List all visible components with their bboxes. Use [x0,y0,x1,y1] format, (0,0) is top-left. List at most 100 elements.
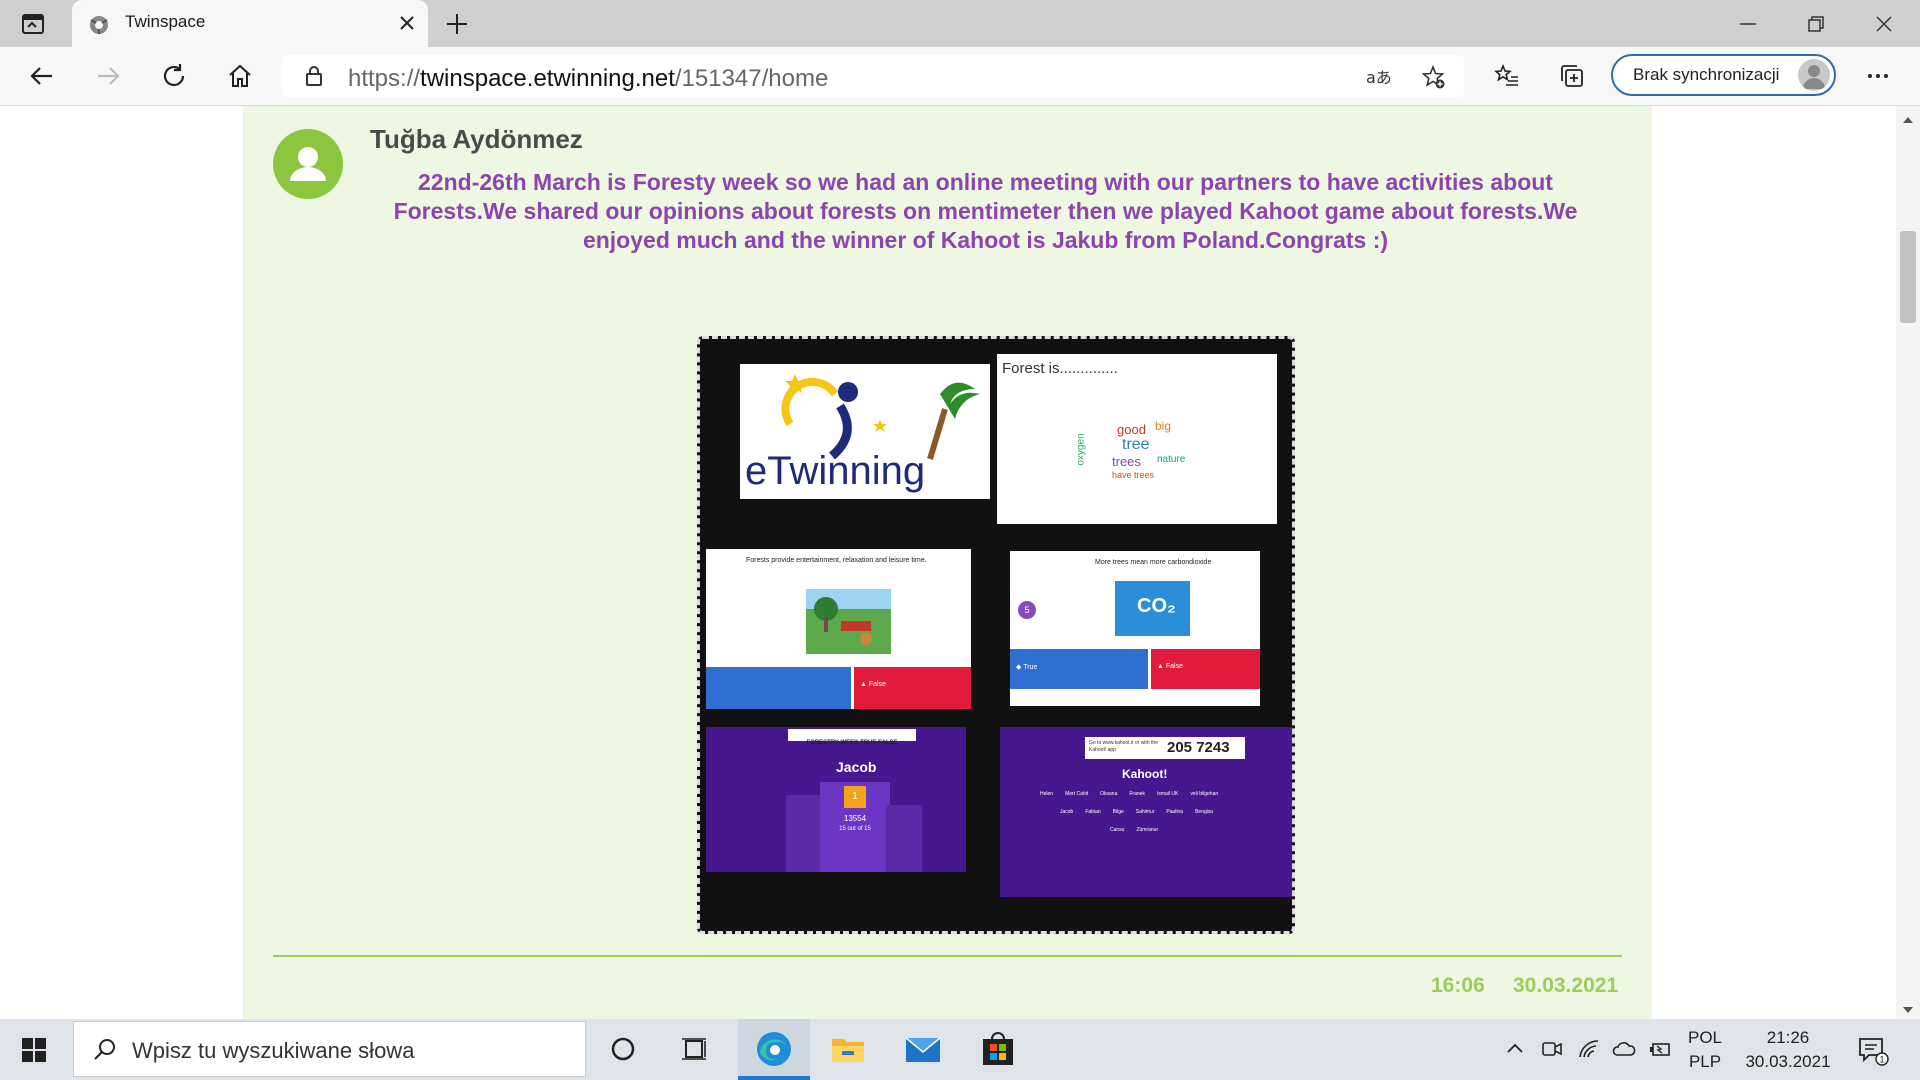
tab-title: Twinspace [125,12,206,31]
word-good: good [1117,422,1146,437]
page-scrollbar[interactable] [1896,106,1920,1019]
game-pin-box: Go to www.kahoot.it or with the Kahoot! … [1085,737,1245,759]
word-cloud-title: Forest is.............. [1002,360,1118,377]
post-divider [273,955,1622,957]
question-1-text: Forests provide entertainment, relaxatio… [746,557,927,564]
kahoot-question-2-panel: More trees mean more carbondioxide 5 CO₂… [1010,551,1260,706]
user-avatar-icon[interactable] [273,129,343,199]
word-nature: nature [1157,454,1186,465]
gold-medal-icon: 1 [844,786,866,808]
answer-false-label-2: ▲ False [1157,663,1183,670]
word-oxygen: oxygen [1075,433,1087,466]
word-trees: trees [1112,454,1141,469]
profile-sync-button[interactable]: Brak synchronizacji [1611,54,1836,96]
forward-icon[interactable] [93,61,123,91]
players-row-3: Cansu Zümranur [1110,827,1159,833]
search-icon [92,1036,118,1062]
post-date: 30.03.2021 [1513,974,1619,997]
notification-center-icon[interactable]: 1 [1855,1033,1889,1067]
meet-now-icon[interactable] [1540,1037,1564,1061]
url-text[interactable]: https://twinspace.etwinning.net/151347/h… [348,65,828,93]
kahoot-lobby-panel: Go to www.kahoot.it or with the Kahoot! … [1000,727,1292,897]
answer-false-tile-2: ▲ False [1151,649,1260,689]
co2-label: CO₂ [1137,595,1176,617]
lock-icon[interactable] [304,65,324,87]
file-explorer-icon[interactable] [828,1029,868,1069]
close-window-icon[interactable] [1869,9,1899,39]
microsoft-store-icon[interactable] [978,1029,1018,1069]
post-message: 22nd-26th March is Foresty week so we ha… [393,169,1578,253]
picnic-illustration-icon [806,589,891,654]
game-pin: 205 7243 [1167,739,1230,756]
system-clock[interactable]: 21:26 30.03.2021 [1738,1026,1838,1074]
back-icon[interactable] [27,61,57,91]
taskbar-search-box[interactable]: Wpisz tu wyszukiwane słowa [73,1021,586,1077]
kahoot-question-1-panel: Forests provide entertainment, relaxatio… [706,549,971,709]
etwinning-logo-panel: eTwinning [740,364,990,499]
podium-first: 1 13554 15 out of 15 [820,782,890,872]
answer-false-tile: ▲ False [854,667,971,709]
notification-count: 1 [1880,1055,1885,1065]
podium-second [786,795,824,872]
answer-true-tile-2: ◆ True [1010,649,1148,689]
post-author[interactable]: Tuğba Aydönmez [370,124,583,155]
players-row-1: Helen Mert Cahit Oksana Franek Ismail UK veli… [1040,791,1219,797]
scrollbar-thumb[interactable] [1900,231,1916,323]
favorites-icon[interactable] [1492,61,1522,91]
search-placeholder: Wpisz tu wyszukiwane słowa [132,1038,415,1063]
profile-avatar-icon [1798,59,1830,91]
clock-time: 21:26 [1766,1028,1810,1047]
podium-score: 13554 [843,814,867,823]
post-card: Tuğba Aydönmez 22nd-26th March is Forest… [243,106,1652,1019]
clock-date: 30.03.2021 [1745,1052,1831,1071]
answer-false-label: ▲ False [860,681,886,688]
podium-third [886,805,922,872]
wifi-icon[interactable] [1577,1037,1601,1061]
cortana-icon[interactable] [603,1029,643,1069]
scroll-up-icon[interactable] [1901,111,1915,123]
add-favorite-icon[interactable] [1420,64,1446,90]
tab-strip: Twinspace [0,0,1920,47]
browser-toolbar: https://twinspace.etwinning.net/151347/h… [0,47,1920,106]
co2-illustration: CO₂ [1115,581,1190,636]
post-image-collage[interactable]: eTwinning Forest is.............. good b… [697,336,1295,934]
edge-browser-icon[interactable] [754,1029,794,1069]
svg-text:aあ: aあ [1366,68,1391,87]
word-cloud-panel: Forest is.............. good big tree tr… [997,354,1277,524]
language-indicator[interactable]: POL PLP [1688,1026,1722,1074]
tab-twinspace[interactable]: Twinspace [72,0,428,47]
minimize-icon[interactable] [1733,9,1763,39]
home-icon[interactable] [225,61,255,91]
collections-icon[interactable] [1557,61,1587,91]
post-time: 16:06 [1431,974,1485,997]
task-view-icon[interactable] [676,1029,716,1069]
language-code: POL [1688,1028,1723,1047]
mail-icon[interactable] [903,1029,943,1069]
show-hidden-icons-icon[interactable] [1503,1037,1527,1061]
read-aloud-icon[interactable]: aあ [1365,64,1392,90]
tab-actions-icon[interactable] [20,11,46,37]
answer-true-tile [706,667,851,709]
address-bar[interactable]: https://twinspace.etwinning.net/151347/h… [282,55,1464,97]
podium-subtitle: 15 out of 15 [839,826,871,832]
logo-text: eTwinning [745,449,926,493]
answer-true-label-2: ◆ True [1016,664,1038,671]
word-tree: tree [1122,436,1150,453]
close-tab-icon[interactable] [396,12,418,34]
page-content: Tuğba Aydönmez 22nd-26th March is Forest… [0,106,1896,1019]
windows-taskbar: Wpisz tu wyszukiwane słowa POL PLP 21:26… [0,1019,1920,1080]
new-tab-icon[interactable] [443,10,471,38]
onedrive-icon[interactable] [1612,1037,1636,1061]
scroll-down-icon[interactable] [1901,1001,1915,1013]
timer-badge: 5 [1018,601,1036,619]
podium-header: FORESTRY WEEK TRUE FALSE [788,729,916,746]
edge-active-indicator [738,1076,810,1080]
windows-start-icon[interactable] [21,1037,47,1063]
pin-label: Go to www.kahoot.it or with the Kahoot! … [1089,740,1158,753]
players-row-2: Jacob Fabian Bilge Sahimur Paulina Bengisu [1060,809,1214,815]
kahoot-logo: Kahoot! [1122,767,1168,781]
restore-icon[interactable] [1801,9,1831,39]
refresh-icon[interactable] [159,61,189,91]
more-options-icon[interactable] [1863,61,1893,91]
battery-icon[interactable] [1648,1037,1672,1061]
